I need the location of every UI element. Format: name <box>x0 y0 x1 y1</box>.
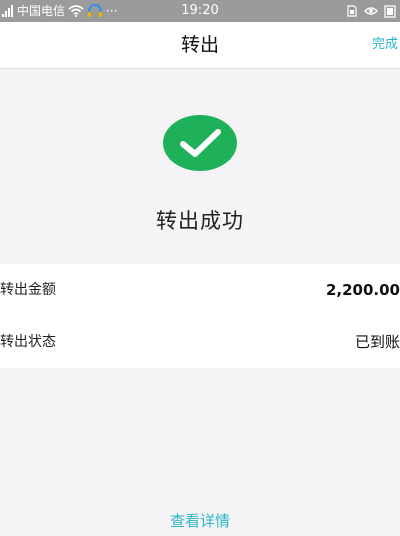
checkmark-icon <box>163 115 237 171</box>
status-bar: 中国电信 ··· 19:20 <box>0 0 400 22</box>
status-time: 19:20 <box>181 3 219 18</box>
battery-icon <box>384 4 396 18</box>
status-value: 已到账 <box>354 333 400 351</box>
detail-row-amount: 转出金额 2,200.00 <box>0 264 400 316</box>
detail-row-status: 转出状态 已到账 <box>0 316 400 368</box>
nav-bar: 转出 完成 <box>0 22 400 69</box>
eye-icon <box>364 6 378 16</box>
view-details-link[interactable]: 查看详情 <box>0 510 400 531</box>
transfer-details: 转出金额 2,200.00 转出状态 已到账 <box>0 264 400 368</box>
page-title: 转出 <box>180 34 219 56</box>
amount-label: 转出金额 <box>0 282 56 298</box>
amount-value: 2,200.00 <box>325 281 400 299</box>
status-label: 转出状态 <box>0 334 56 350</box>
success-header: 转出成功 <box>0 69 400 264</box>
transfer-success-screen: 中国电信 ··· 19:20 转出 完成 转出成功 转出金额 2,200.00 … <box>0 0 400 536</box>
done-button[interactable]: 完成 <box>372 22 398 68</box>
status-right <box>346 0 396 22</box>
success-message: 转出成功 <box>156 209 244 233</box>
sim-icon <box>346 5 358 17</box>
